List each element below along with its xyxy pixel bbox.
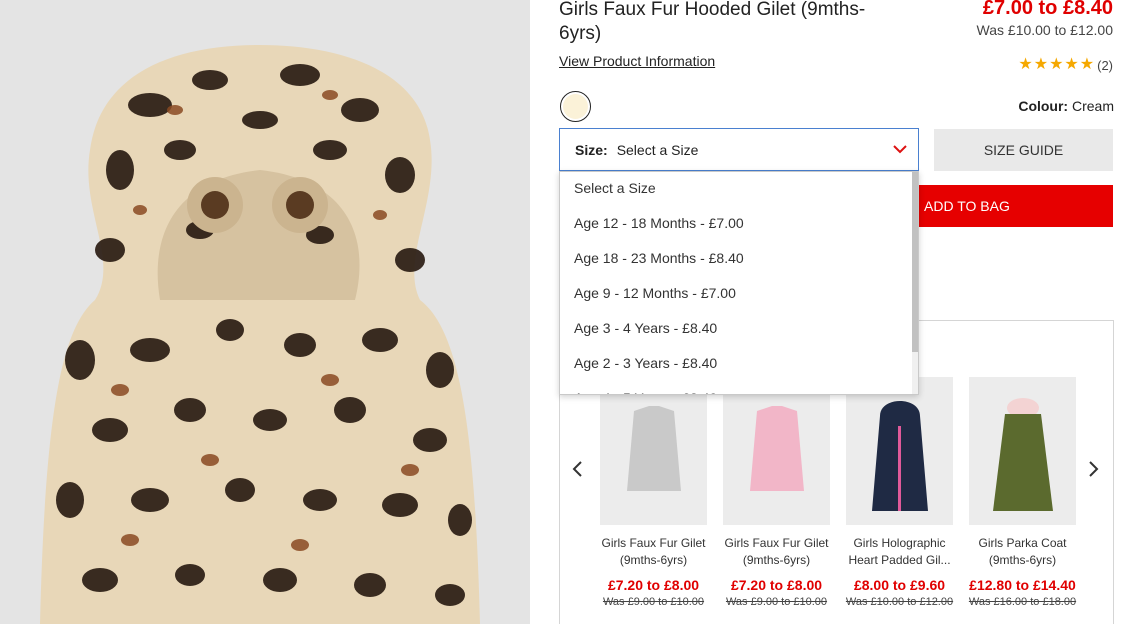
size-label: Size: [575, 141, 608, 158]
product-was-price: Was £9.00 to £10.00 [725, 596, 828, 608]
size-option[interactable]: Age 18 - 23 Months - £8.40 [560, 241, 918, 276]
star-icon: ★ [1064, 56, 1079, 73]
colour-label: Colour: [1018, 98, 1069, 114]
product-price: £12.80 to £14.40 [969, 577, 1076, 593]
product-name: Girls Faux Fur Gilet (9mths-6yrs) [601, 536, 706, 567]
size-dropdown-list[interactable]: Select a Size Age 12 - 18 Months - £7.00… [559, 171, 919, 395]
add-to-bag-button[interactable]: ADD TO BAG [908, 185, 1113, 227]
navy-padded-gilet-thumbnail-image [871, 401, 928, 511]
product-price: £8.00 to £9.60 [853, 577, 946, 593]
recommendation-card[interactable]: Girls Holographic Heart Padded Gil... £8… [844, 377, 955, 608]
product-thumbnail [846, 377, 953, 525]
star-icon: ★ [1033, 56, 1049, 73]
recommendation-card[interactable]: Girls Faux Fur Gilet (9mths-6yrs) £7.20 … [721, 377, 832, 608]
was-price: Was £10.00 to £12.00 [976, 22, 1113, 38]
product-price: £7.00 to £8.40 [982, 0, 1113, 19]
rating[interactable]: ★ ★ ★ ★ ★ (2) [1018, 57, 1113, 73]
chevron-left-icon[interactable] [570, 460, 586, 478]
chevron-right-icon[interactable] [1085, 460, 1101, 478]
product-price: £7.20 to £8.00 [730, 577, 823, 593]
star-icon: ★ [1079, 56, 1095, 73]
parka-coat-thumbnail-image [992, 398, 1053, 511]
product-was-price: Was £10.00 to £12.00 [845, 596, 954, 608]
colour-value: Cream [1071, 98, 1114, 114]
size-select[interactable]: Size: Select a Size [559, 128, 919, 171]
colour-indicator: Colour: Cream [1018, 98, 1114, 114]
view-product-information-link[interactable]: View Product Information [559, 53, 715, 69]
product-thumbnail [723, 377, 830, 525]
product-title: Girls Faux Fur Hooded Gilet (9mths-6yrs) [559, 0, 866, 44]
product-thumbnail [969, 377, 1076, 525]
size-option[interactable]: Age 3 - 4 Years - £8.40 [560, 311, 918, 346]
recommendation-card[interactable]: Girls Parka Coat (9mths-6yrs) £12.80 to … [967, 377, 1078, 608]
grey-gilet-thumbnail-image [626, 406, 681, 491]
size-value: Select a Size [616, 141, 699, 158]
dropdown-scrollbar-thumb[interactable] [912, 172, 918, 352]
size-option[interactable]: Age 4 - 5 Years - £8.40 [560, 381, 918, 394]
size-option[interactable]: Age 9 - 12 Months - £7.00 [560, 276, 918, 311]
star-icon: ★ [1049, 56, 1064, 73]
product-was-price: Was £16.00 to £18.00 [968, 596, 1077, 608]
product-price: £7.20 to £8.00 [607, 577, 700, 593]
product-image [0, 0, 530, 624]
size-guide-button[interactable]: SIZE GUIDE [934, 129, 1113, 171]
size-option[interactable]: Age 2 - 3 Years - £8.40 [560, 346, 918, 381]
colour-swatch-cream[interactable] [560, 91, 591, 122]
swatch-fill [563, 94, 588, 119]
leopard-gilet-illustration [0, 0, 530, 624]
dropdown-scrollbar[interactable] [912, 172, 918, 394]
product-name: Girls Faux Fur Gilet (9mths-6yrs) [724, 536, 829, 567]
product-was-price: Was £9.00 to £10.00 [602, 596, 705, 608]
recommendation-card[interactable]: Girls Faux Fur Gilet (9mths-6yrs) £7.20 … [598, 377, 709, 608]
size-option[interactable]: Select a Size [560, 172, 918, 206]
product-name: Girls Holographic Heart Padded Gil... [848, 536, 951, 567]
size-option[interactable]: Age 12 - 18 Months - £7.00 [560, 206, 918, 241]
product-name: Girls Parka Coat (9mths-6yrs) [978, 536, 1067, 567]
pink-gilet-thumbnail-image [749, 406, 804, 491]
star-icon: ★ [1018, 56, 1033, 73]
chevron-down-icon [893, 145, 907, 154]
rating-count: (2) [1097, 57, 1113, 73]
product-thumbnail [600, 377, 707, 525]
